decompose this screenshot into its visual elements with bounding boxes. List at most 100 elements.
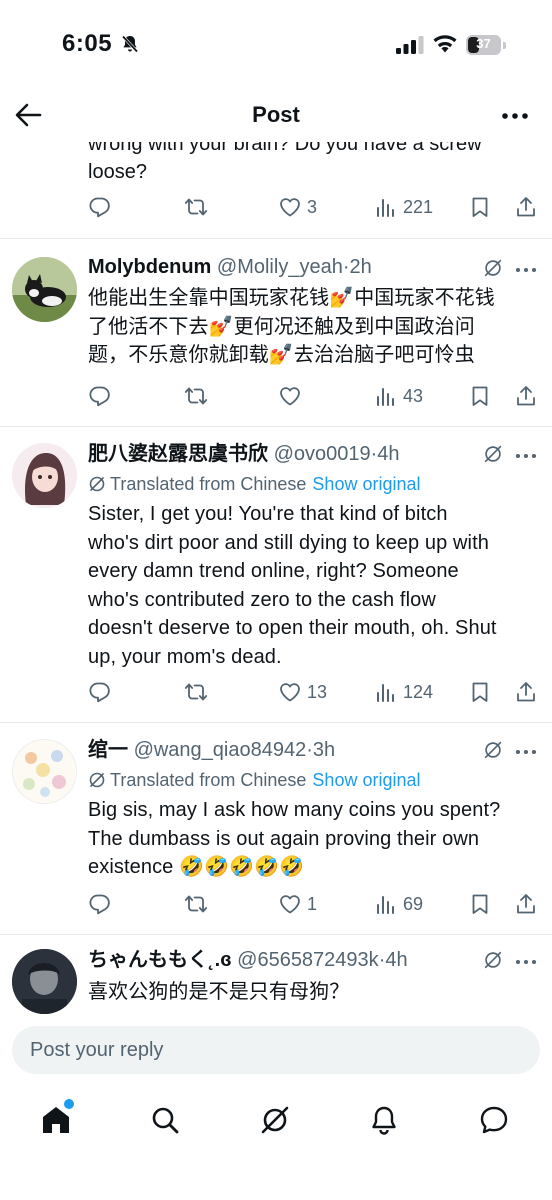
translated-label: Translated from Chinese (110, 474, 307, 494)
views-count: 221 (403, 196, 434, 217)
display-name[interactable]: 肥八婆赵露思虞书欣 (88, 443, 268, 465)
reply-tweet[interactable]: ちゃんももく˛.ɞ @6565872493k·4h 喜欢公狗的是不是只有母狗？ (0, 934, 552, 1018)
bookmark-button[interactable] (468, 889, 492, 919)
bottom-navigation (0, 1080, 552, 1200)
grok-icon[interactable] (482, 443, 504, 465)
tweet-text-line: The dumbass is out again proving their o… (88, 827, 480, 850)
tweet-body: Sister, I get you! You're that kind of b… (88, 500, 540, 671)
reply-input[interactable] (12, 1026, 540, 1074)
repost-button[interactable] (184, 889, 208, 919)
tweet-text-line: who's contributed zero to the cash flow (88, 588, 436, 611)
views-icon (377, 388, 394, 406)
heart-icon (280, 387, 300, 406)
reply-button[interactable] (88, 677, 112, 707)
grok-icon[interactable] (482, 257, 504, 279)
like-button[interactable]: 3 (278, 192, 317, 222)
battery-percent: 37 (476, 36, 491, 51)
repost-button[interactable] (184, 192, 208, 222)
bookmark-button[interactable] (468, 381, 492, 411)
repost-button[interactable] (184, 677, 208, 707)
avatar[interactable] (12, 443, 77, 508)
avatar[interactable] (12, 949, 77, 1014)
nav-notifications[interactable] (362, 1098, 406, 1142)
display-name[interactable]: Molybdenum (88, 256, 211, 278)
reply-tweet[interactable]: Molybdenum @Molily_yeah·2h 他能出生全靠中国玩家花钱💅… (0, 238, 552, 426)
share-button[interactable] (514, 381, 538, 411)
more-dots-icon[interactable] (514, 957, 538, 967)
reply-button[interactable] (88, 381, 112, 411)
partial-tweet-actions: 3 221 (88, 192, 540, 222)
reply-button[interactable] (88, 192, 112, 222)
like-button[interactable] (278, 381, 302, 411)
views-count: 69 (403, 893, 424, 914)
repost-button[interactable] (184, 381, 208, 411)
handle[interactable]: @Molily_yeah (217, 256, 343, 278)
tweet-text-line: doesn't deserve to open their mouth, oh.… (88, 617, 497, 639)
nav-search[interactable] (143, 1098, 187, 1142)
tweet-text-line: up, your mom's dead. (88, 645, 282, 668)
nav-messages[interactable] (472, 1098, 516, 1142)
grok-icon[interactable] (482, 949, 504, 971)
top-header: Post (0, 88, 552, 142)
tweet-text-line: existence 🤣🤣🤣🤣🤣 (88, 856, 305, 878)
reply-button[interactable] (88, 889, 112, 919)
views-count: 43 (403, 385, 424, 406)
like-count: 13 (307, 681, 328, 702)
handle[interactable]: @6565872493k (237, 949, 379, 971)
display-name[interactable]: 绾一 (88, 739, 128, 761)
views-button[interactable]: 69 (374, 889, 423, 919)
tweet-text-line: Big sis, may I ask how many coins you sp… (88, 799, 501, 821)
more-dots-icon[interactable] (500, 104, 530, 128)
reply-bar (0, 1018, 552, 1078)
more-dots-icon[interactable] (514, 747, 538, 757)
bookmark-icon (472, 682, 488, 702)
status-time: 6:05 (62, 30, 113, 57)
show-original-link[interactable]: Show original (312, 770, 420, 790)
handle[interactable]: @ovo0019 (274, 443, 371, 465)
timestamp[interactable]: 3h (313, 739, 335, 761)
display-name[interactable]: ちゃんももく˛.ɞ (88, 949, 232, 971)
repost-icon (184, 387, 208, 405)
bookmark-icon (472, 894, 488, 914)
timestamp[interactable]: 2h (350, 256, 372, 278)
grok-icon (261, 1106, 289, 1134)
nav-home[interactable] (34, 1098, 78, 1142)
views-button[interactable]: 124 (374, 677, 433, 707)
conversation-feed[interactable]: wrong with your brain? Do you have a scr… (0, 120, 552, 1018)
reply-tweet[interactable]: 绾一 @wang_qiao84942·3h Translated from Ch… (0, 722, 552, 934)
like-count: 3 (307, 196, 318, 217)
share-button[interactable] (514, 192, 538, 222)
avatar[interactable] (12, 257, 77, 322)
reply-icon (89, 197, 110, 218)
timestamp[interactable]: 4h (385, 949, 407, 971)
share-icon (517, 197, 535, 217)
bell-icon (372, 1106, 396, 1135)
views-button[interactable]: 43 (374, 381, 423, 411)
avatar[interactable] (12, 739, 77, 804)
share-button[interactable] (514, 677, 538, 707)
more-dots-icon[interactable] (514, 451, 538, 461)
like-button[interactable]: 13 (278, 677, 327, 707)
nav-grok[interactable] (253, 1098, 297, 1142)
bookmark-button[interactable] (468, 677, 492, 707)
like-button[interactable]: 1 (278, 889, 317, 919)
tweet-text-line: 题，不乐意你就卸载💅去治治脑子吧可怜虫 (88, 344, 475, 366)
grok-icon[interactable] (482, 739, 504, 761)
views-icon (377, 896, 394, 914)
timestamp[interactable]: 4h (377, 443, 399, 465)
handle[interactable]: @wang_qiao84942 (134, 739, 307, 761)
heart-icon (280, 683, 300, 702)
show-original-link[interactable]: Show original (312, 474, 420, 494)
more-dots-icon[interactable] (514, 265, 538, 275)
bookmark-button[interactable] (468, 192, 492, 222)
share-button[interactable] (514, 889, 538, 919)
views-icon (377, 684, 394, 702)
views-button[interactable]: 221 (374, 192, 433, 222)
tweet-text-line: 了他活不下去💅更何况还触及到中国政治问 (88, 315, 475, 338)
translate-icon (89, 476, 105, 492)
tweet-body: 他能出生全靠中国玩家花钱💅中国玩家不花钱 了他活不下去💅更何况还触及到中国政治问… (88, 284, 540, 370)
translate-icon (89, 772, 105, 788)
chat-bubble-icon (480, 1106, 508, 1134)
bookmark-icon (472, 197, 488, 217)
reply-tweet[interactable]: 肥八婆赵露思虞书欣 @ovo0019·4h Translated from Ch… (0, 426, 552, 722)
